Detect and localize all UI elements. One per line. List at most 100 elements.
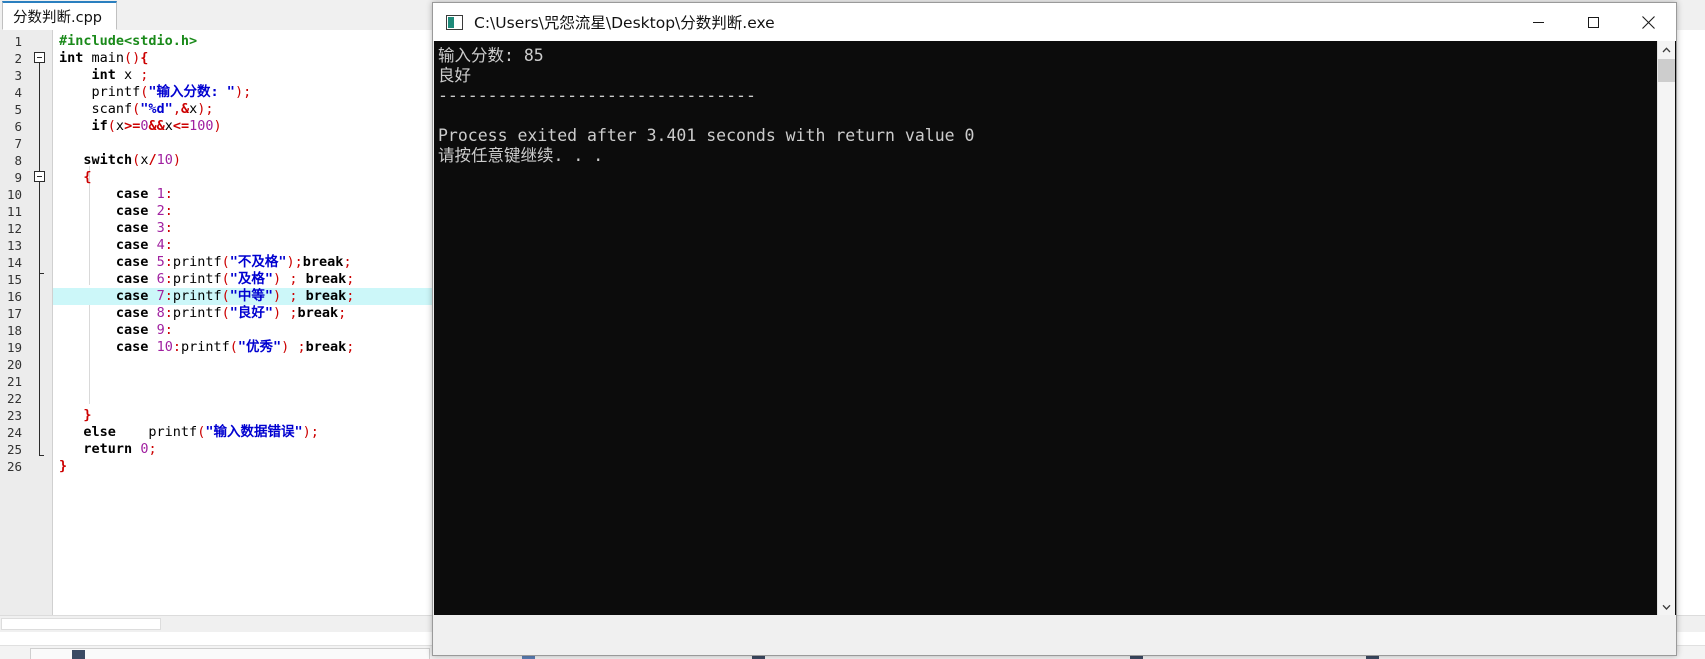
code-token-punc: ); [197, 101, 214, 117]
code-token-kw: case [115, 305, 149, 321]
code-token-id [59, 237, 116, 253]
code-token-kw: case [115, 271, 149, 287]
code-token-op: / [148, 152, 157, 168]
code-token-punc: : [164, 305, 173, 321]
code-token-id [59, 288, 116, 304]
console-output-area[interactable]: 输入分数: 85 良好 ------------------------------… [434, 41, 1676, 615]
code-token-id [59, 67, 92, 83]
code-token-punc: : [164, 271, 173, 287]
code-token-punc: ) [172, 152, 181, 168]
line-number: 20 [6, 357, 22, 372]
scroll-up-button[interactable] [1658, 41, 1675, 58]
console-vertical-scrollbar[interactable] [1657, 41, 1675, 615]
code-token-id [59, 203, 116, 219]
code-token-id: x [164, 118, 173, 134]
code-token-punc: : [172, 339, 181, 355]
code-token-punc: ); [302, 424, 319, 440]
code-token-id [59, 424, 83, 440]
code-token-id [59, 152, 83, 168]
fold-toggle-line9[interactable] [34, 171, 45, 182]
code-token-kw: case [115, 254, 149, 270]
code-token-punc: , [172, 101, 181, 117]
code-token-str: "中等" [229, 288, 274, 304]
line-number: 10 [6, 187, 22, 202]
code-token-punc: ( [221, 288, 230, 304]
line-number: 21 [6, 374, 22, 389]
console-title-bar[interactable]: C:\Users\咒怨流星\Desktop\分数判断.exe [433, 3, 1676, 41]
console-output-line: 请按任意键继续. . . [438, 146, 604, 165]
editor-tab-active[interactable]: 分数判断.cpp [2, 1, 117, 30]
maximize-button[interactable] [1566, 3, 1621, 41]
code-token-op: & [180, 101, 190, 117]
line-number: 12 [6, 221, 22, 236]
code-token-id [59, 169, 83, 185]
code-token-kw: else [83, 424, 116, 440]
code-token-id [148, 203, 156, 219]
taskbar-item-1[interactable] [30, 648, 430, 659]
code-token-punc: ( [107, 118, 116, 134]
line-number: 11 [6, 204, 22, 219]
close-icon [1642, 15, 1655, 29]
fold-guide-foot-line9 [39, 273, 44, 274]
code-token-id: main [83, 50, 125, 66]
line-number: 18 [6, 323, 22, 338]
line-number: 3 [14, 68, 22, 83]
code-token-num: 100 [189, 118, 214, 134]
code-token-str: "良好" [229, 305, 274, 321]
code-token-id [59, 220, 116, 236]
scroll-down-button[interactable] [1658, 598, 1675, 615]
line-number: 7 [14, 136, 22, 151]
code-token-id [59, 271, 116, 287]
code-token-id [148, 237, 156, 253]
console-output-line: 输入分数: 85 [438, 46, 544, 65]
line-number: 9 [14, 170, 22, 185]
code-token-punc: ; [140, 67, 149, 83]
code-token-id [148, 220, 156, 236]
code-token-id [59, 339, 116, 355]
code-token-punc: ) [273, 271, 282, 287]
code-line[interactable]: case 7:printf("中等") ; break; [53, 288, 433, 305]
code-token-id: x [115, 67, 141, 83]
console-output-line: 良好 [438, 66, 471, 85]
code-token-kw: return [83, 441, 133, 457]
editor-hscroll-thumb[interactable] [1, 618, 161, 630]
code-token-punc: ) [273, 288, 282, 304]
close-button[interactable] [1621, 3, 1676, 41]
code-token-punc: ( [229, 339, 238, 355]
code-token-punc: : [164, 220, 173, 236]
console-horizontal-scrollbar[interactable] [434, 639, 1676, 654]
code-token-op: && [148, 118, 165, 134]
minimize-button[interactable] [1511, 3, 1566, 41]
console-scroll-thumb[interactable] [1658, 59, 1675, 82]
code-token-brace: } [59, 458, 68, 474]
code-token-id [148, 254, 156, 270]
code-token-punc: ); [286, 254, 303, 270]
code-token-id [297, 271, 305, 287]
fold-toggle-line2[interactable] [34, 52, 45, 63]
code-token-punc: : [164, 203, 173, 219]
line-number: 19 [6, 340, 22, 355]
code-token-punc: ; [338, 305, 347, 321]
code-token-kw: case [115, 220, 149, 236]
code-token-str: "优秀" [237, 339, 282, 355]
code-token-kw: case [115, 237, 149, 253]
fold-marker-column[interactable] [30, 30, 52, 615]
code-token-num: 10 [156, 339, 173, 355]
line-number: 16 [6, 289, 22, 304]
code-token-num: 10 [156, 152, 173, 168]
console-output-line: -------------------------------- [438, 86, 756, 105]
code-token-brace: { [140, 50, 149, 66]
code-token-num: 6 [156, 271, 165, 287]
window-controls [1511, 3, 1676, 41]
code-token-id [59, 305, 116, 321]
code-token-kw: int [91, 67, 116, 83]
code-token-num: 3 [156, 220, 165, 236]
console-window[interactable]: C:\Users\咒怨流星\Desktop\分数判断.exe 输入分数: 85 … [432, 2, 1677, 656]
line-number: 8 [14, 153, 22, 168]
code-token-num: 2 [156, 203, 165, 219]
line-number-gutter: 1 2 3 4 5 6 7 8 9 10 11 12 13 14 15 16 17 18 19 20 21 22 23 24 2… [0, 30, 53, 615]
code-token-punc: ( [221, 271, 230, 287]
code-token-id: printf [172, 271, 222, 287]
line-number: 13 [6, 238, 22, 253]
line-number: 24 [6, 425, 22, 440]
